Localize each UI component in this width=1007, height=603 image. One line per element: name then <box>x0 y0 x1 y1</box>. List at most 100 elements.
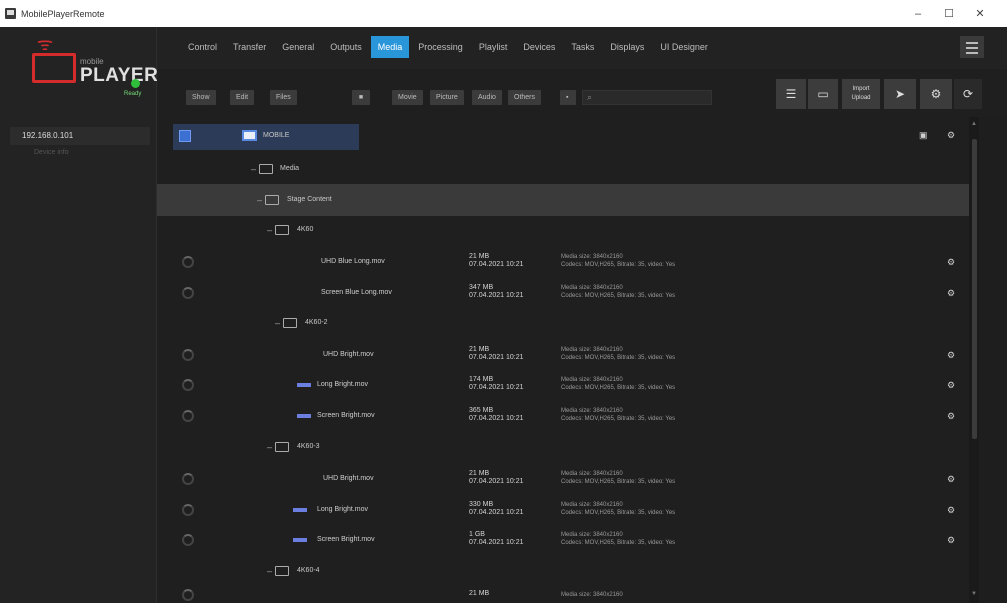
row-gear-icon[interactable]: ⚙ <box>947 380 955 391</box>
media-name: Screen Bright.mov <box>317 536 375 543</box>
media-row[interactable]: Long Bright.mov 330 MB 07.04.2021 10:21 M… <box>157 494 969 526</box>
folder-row[interactable]: – 4K60-4 <box>157 555 969 587</box>
media-meta: Media size: 3840x2160 Codecs: MOV,H265, B… <box>561 285 676 299</box>
media-size: 330 MB 07.04.2021 10:21 <box>469 501 524 516</box>
media-size: 21 MB 07.04.2021 10:21 <box>469 253 524 268</box>
tab-media[interactable]: Media <box>370 36 410 58</box>
media-size: 21 MB <box>469 590 490 597</box>
collapse-icon[interactable]: – <box>275 318 280 328</box>
list-view-icon[interactable]: ☰ <box>776 79 806 109</box>
media-name: Long Bright.mov <box>317 506 368 513</box>
media-row[interactable]: UHD Bright.mov 21 MB 07.04.2021 10:21 Med… <box>157 463 969 495</box>
scrollbar-thumb[interactable] <box>972 139 977 439</box>
tab-tasks[interactable]: Tasks <box>564 36 601 58</box>
row-gear-icon[interactable]: ⚙ <box>947 257 955 268</box>
folder-icon <box>283 318 297 328</box>
media-meta: Media size: 3840x2160 Codecs: MOV,H265, B… <box>561 377 676 391</box>
media-meta: Media size: 3840x2160 Codecs: MOV,H265, B… <box>561 502 676 516</box>
maximize-button[interactable]: ☐ <box>934 0 964 27</box>
tab-transfer[interactable]: Transfer <box>226 36 273 58</box>
type-others[interactable]: Others <box>508 90 542 105</box>
media-meta: Media size: 3840x2160 Codecs: MOV,H265, B… <box>561 471 676 485</box>
sidebar: ᯤ mobile PLAYER Ready 192.168.0.101 Devi… <box>0 27 158 603</box>
filter-show[interactable]: Show <box>186 90 216 105</box>
filter-toggle-icon[interactable]: ▪ <box>560 90 576 105</box>
collapse-icon[interactable]: – <box>257 195 262 205</box>
scroll-down-icon[interactable]: ▼ <box>971 591 977 597</box>
media-size: 174 MB 07.04.2021 10:21 <box>469 376 524 391</box>
tab-displays[interactable]: Displays <box>603 36 651 58</box>
wifi-icon: ᯤ <box>36 34 54 54</box>
media-size: 1 GB 07.04.2021 10:21 <box>469 531 524 546</box>
folder-label: 4K60-4 <box>297 567 320 574</box>
device-list-item[interactable]: 192.168.0.101 <box>10 127 150 145</box>
row-gear-icon[interactable]: ⚙ <box>947 130 955 141</box>
close-button[interactable]: ✕ <box>965 0 995 27</box>
media-row[interactable]: Long Bright.mov 174 MB 07.04.2021 10:21 M… <box>157 369 969 401</box>
stop-icon[interactable]: ■ <box>352 90 370 105</box>
row-gear-icon[interactable]: ⚙ <box>947 411 955 422</box>
settings-gear-icon[interactable]: ⚙ <box>920 79 952 109</box>
media-thumbnail <box>297 414 311 418</box>
import-upload-button[interactable]: Import Upload <box>842 79 880 109</box>
type-picture[interactable]: Picture <box>430 90 464 105</box>
media-row[interactable]: Screen Bright.mov 365 MB 07.04.2021 10:21… <box>157 400 969 432</box>
collapse-icon[interactable]: – <box>267 225 272 235</box>
folder-row[interactable]: – 4K60-3 <box>157 431 969 463</box>
tree-root-row[interactable]: MOBILE ▣ ⚙ <box>157 121 969 153</box>
row-gear-icon[interactable]: ⚙ <box>947 535 955 546</box>
tab-general[interactable]: General <box>275 36 321 58</box>
cursor-icon[interactable]: ➤ <box>884 79 916 109</box>
row-gear-icon[interactable]: ⚙ <box>947 350 955 361</box>
status-indicator-icon <box>131 79 140 88</box>
folder-row-media[interactable]: – Media <box>157 153 969 185</box>
media-name: UHD Bright.mov <box>323 475 374 482</box>
row-gear-icon[interactable]: ⚙ <box>947 505 955 516</box>
folder-label: 4K60-3 <box>297 443 320 450</box>
hamburger-menu-icon[interactable] <box>960 36 984 58</box>
tab-playlist[interactable]: Playlist <box>472 36 515 58</box>
row-gear-icon[interactable]: ⚙ <box>947 474 955 485</box>
media-size: 21 MB 07.04.2021 10:21 <box>469 470 524 485</box>
device-checkbox-icon[interactable] <box>179 130 191 142</box>
tab-outputs[interactable]: Outputs <box>323 36 369 58</box>
media-row[interactable]: UHD Blue Long.mov 21 MB 07.04.2021 10:21 … <box>157 246 969 278</box>
loading-spinner-icon <box>182 473 194 485</box>
media-row[interactable]: Screen Bright.mov 1 GB 07.04.2021 10:21 M… <box>157 524 969 556</box>
collapse-icon[interactable]: – <box>251 164 256 174</box>
type-audio[interactable]: Audio <box>472 90 502 105</box>
row-gear-icon[interactable]: ⚙ <box>947 288 955 299</box>
media-row[interactable]: 21 MB Media size: 3840x2160 <box>157 586 969 603</box>
media-row[interactable]: Screen Blue Long.mov 347 MB 07.04.2021 10… <box>157 277 969 309</box>
media-name: UHD Bright.mov <box>323 351 374 358</box>
tab-control[interactable]: Control <box>181 36 224 58</box>
media-row[interactable]: UHD Bright.mov 21 MB 07.04.2021 10:21 Med… <box>157 339 969 371</box>
folder-row[interactable]: – 4K60 <box>157 214 969 246</box>
tab-ui-designer[interactable]: UI Designer <box>653 36 715 58</box>
collapse-icon[interactable]: – <box>267 566 272 576</box>
tab-processing[interactable]: Processing <box>411 36 470 58</box>
filter-files[interactable]: Files <box>270 90 297 105</box>
folder-label: 4K60 <box>297 226 314 233</box>
grid-view-icon[interactable]: ▭ <box>808 79 838 109</box>
device-sub-label: Device info <box>34 149 69 156</box>
folder-label: 4K60-2 <box>305 319 328 326</box>
folder-icon <box>259 164 273 174</box>
status-label: Ready <box>124 91 142 97</box>
filter-edit[interactable]: Edit <box>230 90 255 105</box>
type-movie[interactable]: Movie <box>392 90 423 105</box>
tree-root-label: MOBILE <box>263 132 290 139</box>
folder-row-stage[interactable]: – Stage Content <box>157 184 969 216</box>
search-input[interactable]: ⌕ <box>582 90 712 105</box>
minimize-button[interactable]: – <box>903 0 933 27</box>
folder-row[interactable]: – 4K60-2 <box>157 307 969 339</box>
vertical-scrollbar[interactable]: ▲ ▼ <box>969 117 979 603</box>
media-thumbnail <box>293 508 307 512</box>
folder-icon <box>275 566 289 576</box>
window-titlebar: MobilePlayerRemote – ☐ ✕ <box>0 0 1007 27</box>
scroll-up-icon[interactable]: ▲ <box>971 121 977 127</box>
collapse-icon[interactable]: – <box>267 442 272 452</box>
refresh-icon[interactable]: ⟳ <box>954 79 982 109</box>
save-icon[interactable]: ▣ <box>919 130 928 141</box>
tab-devices[interactable]: Devices <box>516 36 562 58</box>
